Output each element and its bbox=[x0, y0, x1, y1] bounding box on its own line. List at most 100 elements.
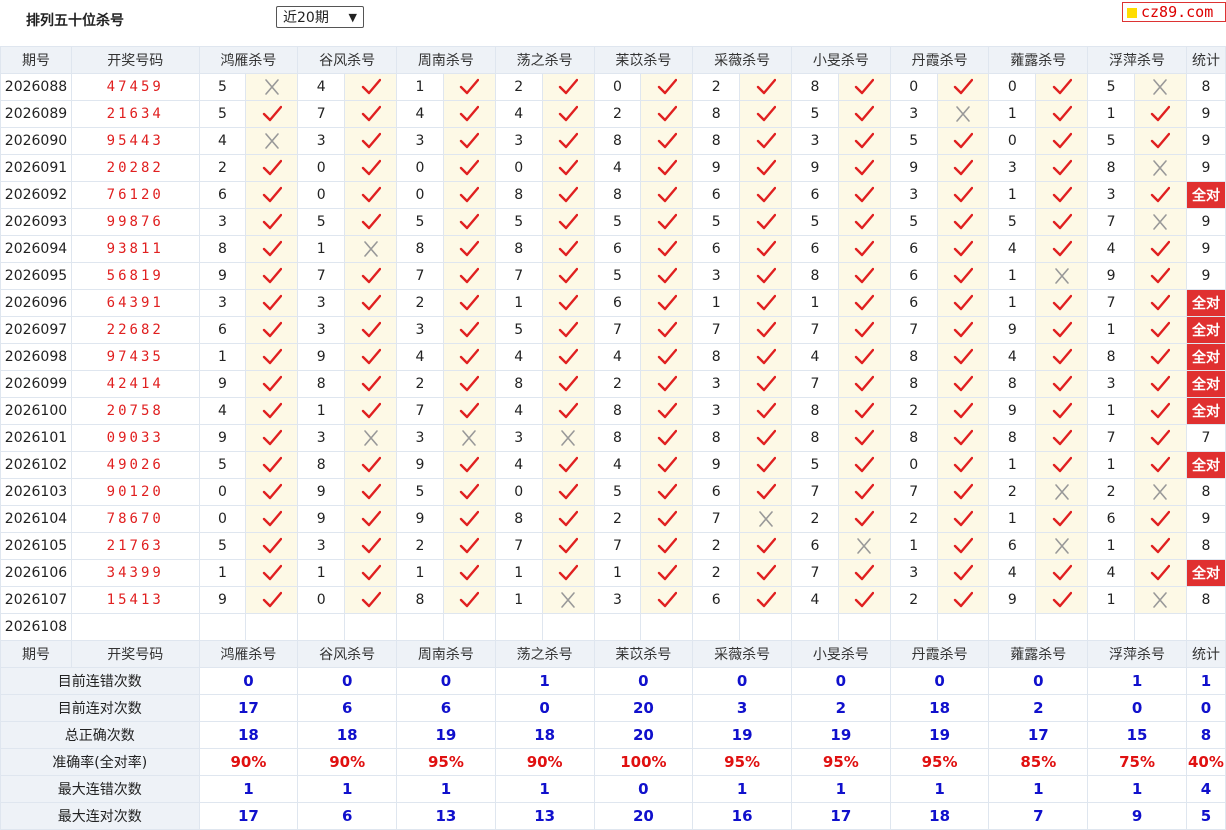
hit-mark bbox=[936, 73, 990, 101]
hit-mark bbox=[245, 343, 299, 371]
check-icon bbox=[855, 510, 875, 527]
current-kill-number: 9 bbox=[790, 613, 839, 641]
check-icon bbox=[1151, 456, 1171, 473]
kill-number-cell: 2 bbox=[889, 586, 938, 614]
kill-number-cell: 7 bbox=[494, 532, 543, 560]
stat-value: 9 bbox=[1087, 802, 1187, 830]
stat-value: 95% bbox=[396, 748, 496, 776]
kill-number-cell: 7 bbox=[593, 532, 642, 560]
check-icon bbox=[657, 267, 677, 284]
period-select[interactable]: 近20期 ▼ bbox=[276, 6, 364, 28]
site-logo[interactable]: cz89.com bbox=[1122, 2, 1226, 22]
kill-number-cell: 5 bbox=[790, 100, 839, 128]
stat-value: 18 bbox=[198, 721, 299, 749]
hit-mark bbox=[1134, 343, 1187, 371]
hit-mark bbox=[837, 289, 891, 317]
hit-mark bbox=[245, 181, 299, 209]
stat-value: 0 bbox=[988, 667, 1089, 695]
kill-number-cell: 9 bbox=[198, 424, 247, 452]
stat-value: 13 bbox=[494, 802, 595, 830]
check-icon bbox=[855, 483, 875, 500]
check-icon bbox=[558, 159, 579, 176]
check-icon bbox=[262, 159, 282, 176]
hit-mark bbox=[344, 100, 398, 128]
kill-number-cell: 9 bbox=[889, 154, 938, 182]
kill-number-cell: 3 bbox=[889, 559, 938, 587]
check-icon bbox=[1151, 267, 1171, 284]
check-icon bbox=[953, 240, 974, 257]
check-icon bbox=[460, 591, 480, 608]
kill-number-cell: 3 bbox=[494, 424, 543, 452]
hit-mark bbox=[541, 127, 595, 155]
kill-number-cell: 8 bbox=[593, 424, 642, 452]
check-icon bbox=[657, 213, 677, 230]
hit-mark bbox=[1035, 235, 1089, 263]
period-cell: 2026097 bbox=[0, 316, 72, 344]
kill-number-cell: 3 bbox=[790, 127, 839, 155]
stat-value: 1 bbox=[692, 775, 792, 803]
current-kill-number: 5 bbox=[297, 613, 346, 641]
check-icon bbox=[262, 429, 282, 446]
check-icon bbox=[756, 294, 776, 311]
check-icon bbox=[657, 456, 677, 473]
table-row: 2026099 42414 9 8 2 8 2 3 7 8 8 3 全对 bbox=[0, 370, 1226, 398]
check-icon bbox=[262, 186, 282, 203]
hit-mark bbox=[245, 532, 299, 560]
check-icon bbox=[1151, 186, 1171, 203]
miss-mark bbox=[245, 127, 299, 155]
hit-mark bbox=[245, 505, 299, 533]
check-icon bbox=[558, 375, 579, 392]
check-icon bbox=[361, 591, 381, 608]
check-icon bbox=[558, 321, 579, 338]
check-icon bbox=[657, 483, 677, 500]
current-empty-cell bbox=[245, 613, 299, 641]
current-empty-cell bbox=[739, 613, 792, 641]
check-icon bbox=[1052, 78, 1072, 95]
all-correct-badge: 全对 bbox=[1185, 316, 1226, 344]
hit-mark bbox=[245, 451, 299, 479]
chevron-down-icon: ▼ bbox=[348, 11, 357, 24]
kill-number-cell: 4 bbox=[396, 343, 444, 371]
stat-value: 1 bbox=[198, 775, 299, 803]
check-icon bbox=[460, 402, 480, 419]
draw-number-cell: 47459 bbox=[70, 73, 200, 101]
all-correct-badge: 全对 bbox=[1185, 289, 1226, 317]
kill-number-cell: 3 bbox=[297, 316, 346, 344]
stat-value: 17 bbox=[198, 802, 299, 830]
hit-mark bbox=[936, 316, 990, 344]
check-icon bbox=[657, 591, 677, 608]
kill-number-cell: 7 bbox=[692, 316, 741, 344]
check-icon bbox=[953, 348, 974, 365]
check-icon bbox=[558, 105, 579, 122]
stat-label: 目前连错次数 bbox=[0, 667, 200, 695]
kill-number-cell: 6 bbox=[790, 181, 839, 209]
check-icon bbox=[756, 159, 776, 176]
kill-number-cell: 7 bbox=[1087, 424, 1136, 452]
kill-number-cell: 4 bbox=[988, 559, 1037, 587]
period-cell: 2026103 bbox=[0, 478, 72, 506]
hit-mark bbox=[541, 451, 595, 479]
cross-icon bbox=[561, 592, 575, 608]
kill-number-cell: 1 bbox=[494, 586, 543, 614]
draw-number-cell: 15413 bbox=[70, 586, 200, 614]
current-period-row: 2026108 当前期杀号 2 5 6 8 9 8 9 7 9 0 bbox=[0, 613, 1226, 641]
hit-mark bbox=[1035, 397, 1089, 425]
kill-number-cell: 5 bbox=[593, 262, 642, 290]
hit-mark bbox=[739, 316, 792, 344]
cross-icon bbox=[363, 430, 378, 446]
check-icon bbox=[361, 564, 381, 581]
hit-mark bbox=[837, 154, 891, 182]
check-icon bbox=[460, 213, 480, 230]
draw-number-cell: 42414 bbox=[70, 370, 200, 398]
kill-number-cell: 6 bbox=[889, 235, 938, 263]
hit-mark bbox=[837, 235, 891, 263]
header-expert: 丹霞杀号 bbox=[889, 46, 990, 74]
check-icon bbox=[1052, 240, 1072, 257]
check-icon bbox=[262, 267, 282, 284]
check-icon bbox=[460, 240, 480, 257]
hit-mark bbox=[739, 100, 792, 128]
hit-mark bbox=[442, 208, 496, 236]
logo-text: cz89.com bbox=[1141, 3, 1214, 21]
all-correct-badge: 全对 bbox=[1185, 559, 1226, 587]
cross-icon bbox=[758, 511, 773, 527]
